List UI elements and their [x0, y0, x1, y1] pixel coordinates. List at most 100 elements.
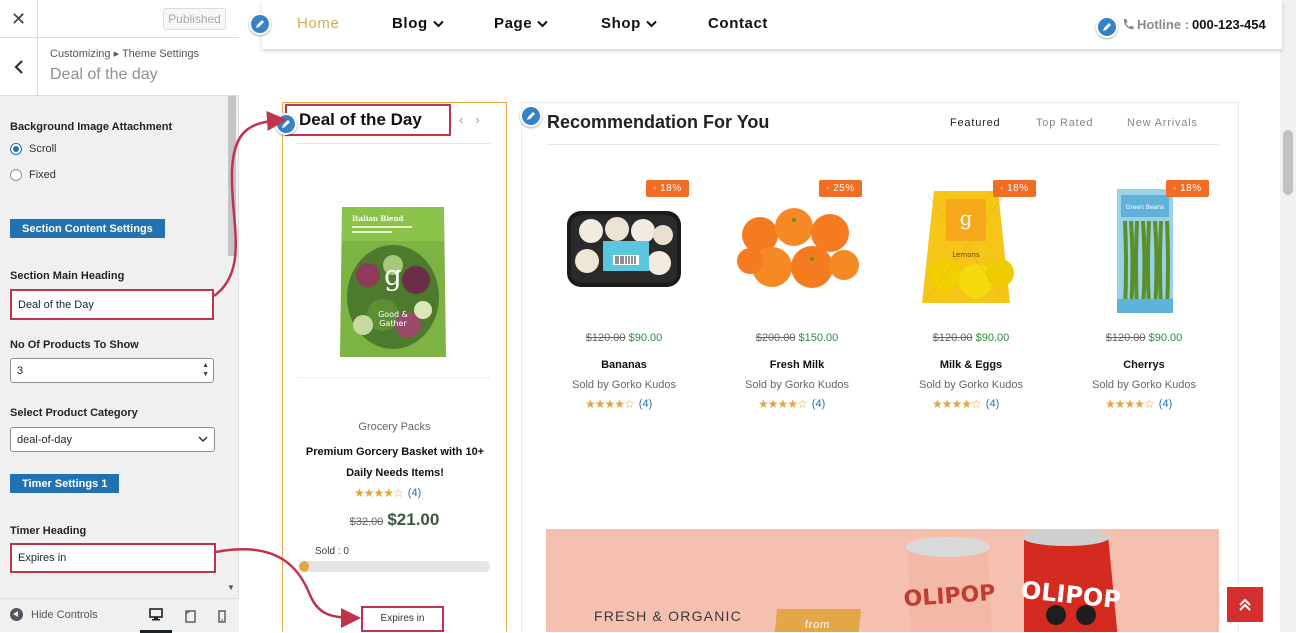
scroll-down-arrow-icon[interactable]: ▼ [227, 583, 235, 592]
deal-category[interactable]: Grocery Packs [283, 421, 506, 433]
edit-shortcut-pencil-icon[interactable] [1096, 16, 1118, 38]
chevron-down-icon [537, 20, 548, 27]
product-card[interactable]: Green Beans - 18% $120.00 $90.00 Cherrys… [1069, 169, 1219, 419]
nav-shop[interactable]: Shop [601, 15, 657, 32]
hide-controls-button[interactable]: Hide Controls [10, 608, 98, 621]
next-arrow-icon[interactable]: › [475, 112, 491, 127]
nav-home[interactable]: Home [297, 15, 339, 32]
hide-controls-label: Hide Controls [31, 608, 98, 621]
main-navbar: Home Blog Page Shop Contact Hotline : 00… [262, 0, 1282, 49]
tab-featured[interactable]: Featured [950, 117, 1000, 129]
deal-heading: Deal of the Day [285, 104, 451, 136]
banner-price-tag: from [772, 609, 862, 632]
product-image-salad[interactable]: Italian Blend g Good & Gather [338, 205, 448, 365]
radio-unchecked-icon[interactable] [10, 169, 22, 181]
product-card[interactable]: - 25% $200.00 $150.00 Fresh Milk Sold by… [722, 169, 872, 419]
nav-page[interactable]: Page [494, 15, 548, 32]
chevron-down-icon [198, 436, 208, 443]
section-content-settings-button[interactable]: Section Content Settings [10, 219, 165, 238]
timer-heading-value: Expires in [18, 552, 67, 564]
divider [297, 377, 491, 378]
star-rating-icon: ★★★★☆ [354, 486, 404, 500]
customizer-panel: ✕ Published Customizing ▸ Theme Settings… [0, 0, 239, 633]
edit-shortcut-pencil-icon[interactable] [520, 105, 542, 127]
product-card[interactable]: g Lemons - 18% $120.00 $90.00 Milk & Egg… [896, 169, 1046, 419]
product-name[interactable]: Cherrys [1069, 359, 1219, 371]
preview-scrollbar-thumb[interactable] [1283, 130, 1293, 195]
phone-icon [1123, 19, 1134, 30]
edit-shortcut-pencil-icon[interactable] [275, 113, 297, 135]
product-rating: ★★★★☆ (4) [585, 397, 652, 411]
radio-fixed[interactable]: Fixed [10, 169, 56, 181]
rating-count: (4) [638, 398, 653, 410]
number-spinner-icon[interactable]: ▲ ▼ [202, 361, 209, 379]
radio-fixed-label: Fixed [29, 169, 56, 181]
chevron-down-icon [433, 20, 444, 27]
rating-count: (4) [811, 398, 826, 410]
main-heading-input[interactable]: Deal of the Day [10, 289, 214, 320]
preview-scrollbar[interactable] [1280, 0, 1296, 632]
mobile-preview-button[interactable] [206, 599, 238, 633]
hotline-label: Hotline : [1137, 17, 1189, 32]
beans-label: Green Beans [1126, 204, 1165, 211]
tablet-preview-button[interactable] [174, 599, 206, 633]
num-products-input[interactable]: 3 ▲ ▼ [10, 358, 214, 383]
back-to-top-button[interactable] [1227, 587, 1263, 622]
svg-text:g: g [384, 259, 402, 292]
star-rating-icon: ★★★★☆ [758, 397, 808, 411]
nav-shop-label: Shop [601, 15, 641, 32]
star-rating-icon: ★★★★☆ [1105, 397, 1155, 411]
edit-shortcut-pencil-icon[interactable] [249, 13, 271, 35]
deal-of-the-day-box: Deal of the Day ‹› Italian Blend g Good … [282, 102, 507, 632]
bag-logo-line2: Gather [379, 319, 407, 328]
product-name[interactable]: Bananas [549, 359, 699, 371]
deal-rating: ★★★★☆ (4) [354, 486, 421, 500]
discount-badge: - 18% [1166, 180, 1209, 197]
radio-checked-icon[interactable] [10, 143, 22, 155]
num-products-value: 3 [17, 364, 24, 377]
new-price: $150.00 [798, 332, 839, 344]
product-rating: ★★★★☆ (4) [758, 397, 825, 411]
sold-progress-fill [299, 561, 309, 572]
close-customizer-button[interactable]: ✕ [0, 0, 38, 38]
num-products-label: No Of Products To Show [10, 339, 139, 351]
nav-blog-label: Blog [392, 15, 428, 32]
category-label: Select Product Category [10, 407, 138, 419]
bag-brand-text: Italian Blend [352, 214, 404, 223]
nav-home-label: Home [297, 15, 340, 32]
back-button[interactable] [0, 38, 38, 96]
promo-banner[interactable]: FRESH & ORGANIC from OLIPOP OLIPOP [546, 529, 1219, 632]
product-card[interactable]: - 18% $120.00 $90.00 Bananas Sold by Gor… [549, 169, 699, 419]
category-select[interactable]: deal-of-day [10, 427, 215, 452]
desktop-preview-button[interactable] [140, 599, 172, 633]
bg-attachment-label: Background Image Attachment [10, 121, 173, 133]
rating-count: (4) [985, 398, 1000, 410]
tab-top-rated[interactable]: Top Rated [1036, 117, 1093, 129]
star-rating-icon: ★★★★☆ [585, 397, 635, 411]
double-chevron-up-icon [1239, 598, 1251, 611]
panel-scrollbar-thumb[interactable] [228, 96, 236, 256]
published-button[interactable]: Published [163, 8, 226, 30]
product-name[interactable]: Fresh Milk [722, 359, 872, 371]
timer-heading-input[interactable]: Expires in [10, 543, 216, 573]
nav-blog[interactable]: Blog [392, 15, 444, 32]
close-icon: ✕ [10, 8, 27, 29]
discount-badge: - 18% [993, 180, 1036, 197]
lemons-label: Lemons [952, 251, 980, 259]
radio-scroll[interactable]: Scroll [10, 143, 57, 155]
main-heading-value: Deal of the Day [18, 298, 94, 311]
old-price: $120.00 [932, 332, 973, 344]
recommendation-title: Recommendation For You [547, 112, 770, 132]
product-seller: Sold by Gorko Kudos [919, 379, 1023, 391]
product-name[interactable]: Milk & Eggs [896, 359, 1046, 371]
deal-product-name[interactable]: Premium Gorcery Basket with 10+ Daily Ne… [295, 442, 495, 484]
prev-arrow-icon[interactable]: ‹ [459, 112, 475, 127]
product-seller: Sold by Gorko Kudos [745, 379, 849, 391]
customizer-topbar: ✕ Published [0, 0, 239, 38]
nav-contact[interactable]: Contact [708, 15, 768, 32]
customizer-section-header: Customizing ▸ Theme Settings Deal of the… [0, 38, 239, 96]
timer-settings-button[interactable]: Timer Settings 1 [10, 474, 120, 493]
tab-new-arrivals[interactable]: New Arrivals [1127, 117, 1198, 129]
tablet-icon [184, 609, 196, 623]
expires-label: Expires in [361, 606, 444, 632]
